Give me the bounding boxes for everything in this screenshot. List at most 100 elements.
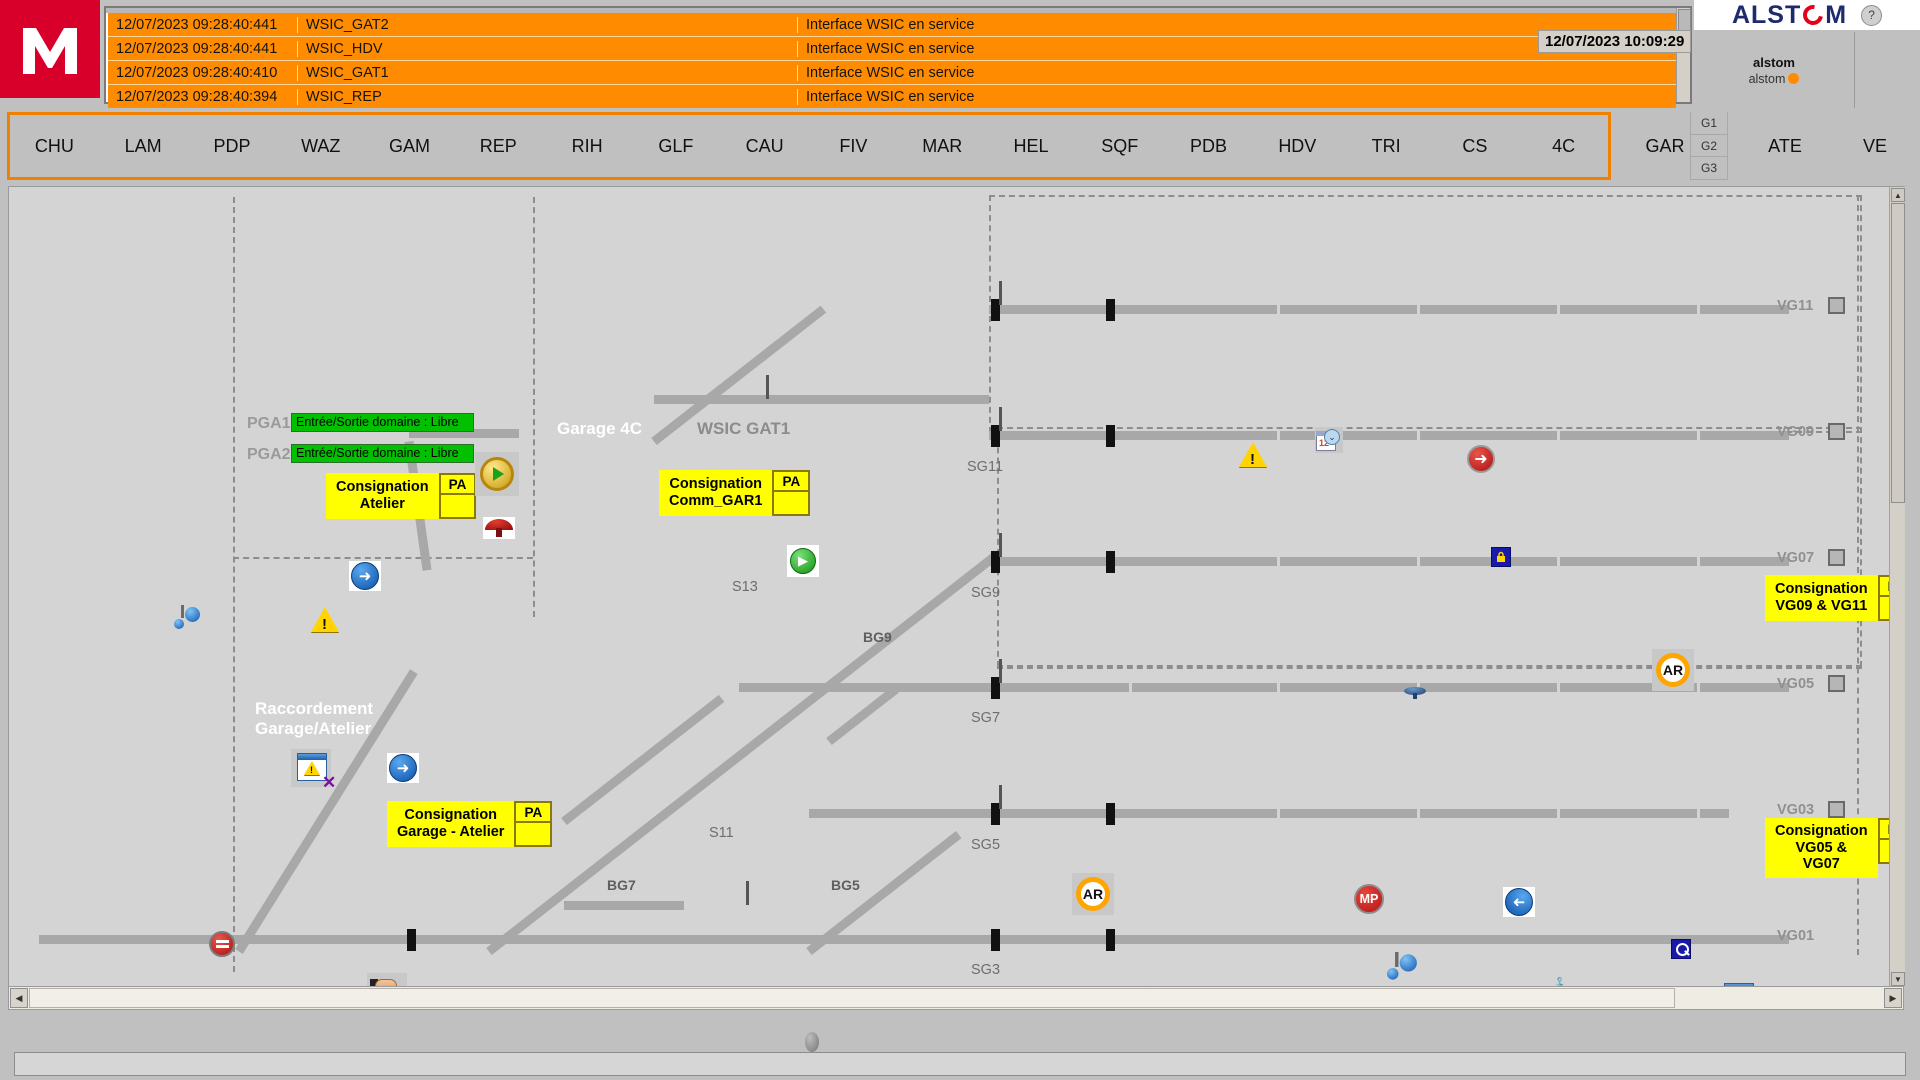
- play-button-gold-icon[interactable]: [480, 457, 514, 491]
- alarm-vertical-scrollbar[interactable]: [1676, 8, 1691, 102]
- tab-hel[interactable]: HEL: [987, 136, 1076, 157]
- tab-tri[interactable]: TRI: [1342, 136, 1431, 157]
- consignation-line1: Consignation: [336, 479, 429, 496]
- tab-waz[interactable]: WAZ: [276, 136, 365, 157]
- lock-icon[interactable]: [1491, 547, 1511, 567]
- schedule-clock-icon[interactable]: 12 ⌄: [1316, 429, 1340, 451]
- ar-marker-vg09[interactable]: AR: [1656, 653, 1690, 687]
- disabled-cross-icon: ✕: [322, 773, 337, 792]
- consignation-line1: Consignation: [1775, 581, 1868, 598]
- consignation-value-field[interactable]: [514, 823, 553, 847]
- tab-cau[interactable]: CAU: [720, 136, 809, 157]
- table-row[interactable]: 12/07/2023 09:28:40:410 WSIC_GAT1 Interf…: [108, 61, 1676, 85]
- zone-boundary-vg-area: [989, 195, 1862, 433]
- table-row[interactable]: 12/07/2023 09:28:40:394 WSIC_REP Interfa…: [108, 85, 1676, 109]
- consignation-pa-badge[interactable]: PA: [772, 470, 811, 492]
- scroll-up-icon[interactable]: ▲: [1891, 188, 1905, 202]
- resize-grip-icon[interactable]: [805, 1032, 819, 1052]
- no-entry-icon[interactable]: [209, 931, 235, 957]
- consignation-vg05-vg07[interactable]: Consignation VG05 & VG07 PA: [1765, 818, 1905, 879]
- consignation-atelier[interactable]: Consignation Atelier PA: [326, 473, 477, 519]
- alarm-source: WSIC_GAT2: [298, 16, 798, 33]
- blue-pins-icon: [1387, 952, 1417, 980]
- label-vg03: VG03: [1777, 802, 1815, 818]
- tab-g3[interactable]: G3: [1690, 157, 1728, 181]
- tab-cs[interactable]: CS: [1431, 136, 1520, 157]
- vg11-indicator[interactable]: [1828, 297, 1845, 314]
- tab-ve[interactable]: VE: [1840, 112, 1910, 180]
- consignation-label: Consignation Atelier: [326, 473, 439, 519]
- zone-boundary-racc-bottom: [233, 557, 533, 559]
- ar-marker-vg05[interactable]: AR: [1076, 877, 1110, 911]
- vg09-indicator[interactable]: [1828, 423, 1845, 440]
- pin-stick: [181, 605, 184, 618]
- signal-post: [999, 407, 1002, 431]
- alarm-timestamp: 12/07/2023 09:28:40:394: [108, 88, 298, 105]
- consignation-pa-badge[interactable]: PA: [514, 801, 553, 823]
- tab-g2[interactable]: G2: [1690, 134, 1728, 158]
- consignation-garage-atelier[interactable]: Consignation Garage - Atelier PA: [387, 801, 553, 847]
- track-block: [1106, 551, 1115, 573]
- scroll-right-icon[interactable]: ▶: [1884, 988, 1902, 1008]
- consignation-label: Consignation VG09 & VG11: [1765, 575, 1878, 621]
- table-row[interactable]: 12/07/2023 09:28:40:441 WSIC_HDV Interfa…: [108, 37, 1676, 61]
- consignation-value-field[interactable]: [772, 492, 811, 516]
- label-sg9: SG9: [971, 585, 1001, 601]
- table-row[interactable]: 12/07/2023 09:28:40:441 WSIC_GAT2 Interf…: [108, 13, 1676, 37]
- vg07-indicator[interactable]: [1828, 549, 1845, 566]
- tab-rep[interactable]: REP: [454, 136, 543, 157]
- vg05-indicator[interactable]: [1828, 675, 1845, 692]
- signal-post: [999, 659, 1002, 683]
- consignation-vg09-vg11[interactable]: Consignation VG09 & VG11 PA: [1765, 575, 1905, 621]
- play-button-green-icon[interactable]: ▶: [790, 548, 816, 574]
- tab-g1[interactable]: G1: [1690, 112, 1728, 135]
- alarm-source: WSIC_HDV: [298, 40, 798, 57]
- tab-4c[interactable]: 4C: [1519, 136, 1608, 157]
- tab-chu[interactable]: CHU: [10, 136, 99, 157]
- user-name: alstom: [1753, 54, 1795, 70]
- consignation-line1: Consignation: [669, 476, 763, 493]
- tab-gam[interactable]: GAM: [365, 136, 454, 157]
- diagram-horizontal-scrollbar[interactable]: ◀ ▶: [8, 986, 1904, 1010]
- zone-boundary-atelier-left: [233, 197, 235, 972]
- tab-lam[interactable]: LAM: [99, 136, 188, 157]
- tab-ate[interactable]: ATE: [1740, 112, 1830, 180]
- mp-marker[interactable]: MP: [1354, 884, 1384, 914]
- rail-gap: [1277, 431, 1280, 440]
- tab-fiv[interactable]: FIV: [809, 136, 898, 157]
- consignation-pa-badge[interactable]: PA: [438, 473, 477, 495]
- redirect-arrow-blue-left-icon[interactable]: ➜: [1505, 888, 1533, 916]
- tab-hdv[interactable]: HDV: [1253, 136, 1342, 157]
- tab-mar[interactable]: MAR: [898, 136, 987, 157]
- consignation-value-field[interactable]: [438, 495, 477, 519]
- search-magnifier-icon[interactable]: [1671, 939, 1691, 959]
- tab-pdp[interactable]: PDP: [188, 136, 277, 157]
- bar: [215, 945, 229, 948]
- rail-gap: [1277, 809, 1280, 818]
- emergency-stop-icon[interactable]: [485, 519, 513, 537]
- scrollbar-thumb[interactable]: [1891, 203, 1905, 503]
- diagram-vertical-scrollbar[interactable]: ▲ ▼: [1889, 187, 1905, 987]
- tab-glf[interactable]: GLF: [631, 136, 720, 157]
- consignation-comm-gar1[interactable]: Consignation Comm_GAR1 PA: [659, 470, 811, 516]
- redirect-arrow-blue-icon[interactable]: ➜: [389, 754, 417, 782]
- help-icon[interactable]: ?: [1861, 4, 1883, 26]
- cone-stem: [1413, 693, 1417, 699]
- rail-diag-bg7: [561, 694, 725, 826]
- redirect-arrow-red-icon[interactable]: ➜: [1467, 445, 1495, 473]
- scroll-down-icon[interactable]: ▼: [1891, 972, 1905, 986]
- consignation-line2: VG05 & VG07: [1795, 839, 1848, 873]
- rail-diag-bg3: [486, 553, 997, 956]
- tab-rih[interactable]: RIH: [543, 136, 632, 157]
- scrollbar-thumb[interactable]: [29, 988, 1675, 1008]
- track-diagram[interactable]: PGA1 Entrée/Sortie domaine : Libre PGA2 …: [8, 186, 1905, 987]
- alarm-table: 12/07/2023 09:28:40:441 WSIC_GAT2 Interf…: [108, 13, 1676, 109]
- vg03-indicator[interactable]: [1828, 801, 1845, 818]
- rail-gap: [1697, 431, 1700, 440]
- redirect-arrow-blue-icon[interactable]: ➜: [351, 562, 379, 590]
- scroll-left-icon[interactable]: ◀: [10, 988, 28, 1008]
- tab-sqf[interactable]: SQF: [1075, 136, 1164, 157]
- tab-pdb[interactable]: PDB: [1164, 136, 1253, 157]
- rail-gap: [1557, 431, 1560, 440]
- alarm-list-panel[interactable]: 12/07/2023 09:28:40:441 WSIC_GAT2 Interf…: [104, 6, 1692, 109]
